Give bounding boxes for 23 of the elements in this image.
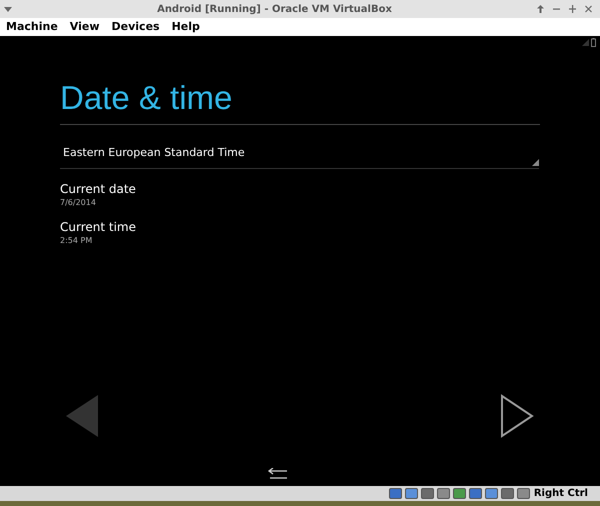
setting-value: 7/6/2014 — [60, 196, 97, 208]
next-arrow-icon[interactable] — [500, 394, 534, 438]
close-icon[interactable] — [585, 5, 592, 13]
menu-item[interactable]: Machine — [6, 18, 58, 36]
setting-label: Current time — [60, 218, 137, 234]
setting-row[interactable]: Current time 2:54 PM — [60, 218, 540, 246]
timezone-dropdown[interactable]: Eastern European Standard Time — [60, 145, 539, 168]
maximize-icon[interactable] — [569, 5, 576, 13]
signal-icon — [582, 38, 589, 46]
menu-item[interactable]: Help — [172, 18, 200, 36]
menu-item[interactable]: View — [70, 18, 100, 36]
setting-label: Current date — [60, 180, 137, 196]
window-title: Android [Running] - Oracle VM VirtualBox — [156, 2, 393, 16]
keep-above-icon[interactable] — [537, 5, 544, 13]
setting-row[interactable]: Current date 7/6/2014 — [60, 180, 540, 208]
menu-item[interactable]: Devices — [112, 18, 160, 36]
battery-icon — [591, 38, 596, 46]
setting-value: 2:54 PM — [60, 234, 94, 246]
dropdown-corner-icon — [532, 158, 539, 166]
back-icon[interactable] — [267, 468, 289, 480]
page-heading: Date & time — [60, 78, 540, 125]
host-key-label: Right Ctrl — [534, 487, 588, 501]
window-menu-icon[interactable] — [4, 6, 12, 12]
